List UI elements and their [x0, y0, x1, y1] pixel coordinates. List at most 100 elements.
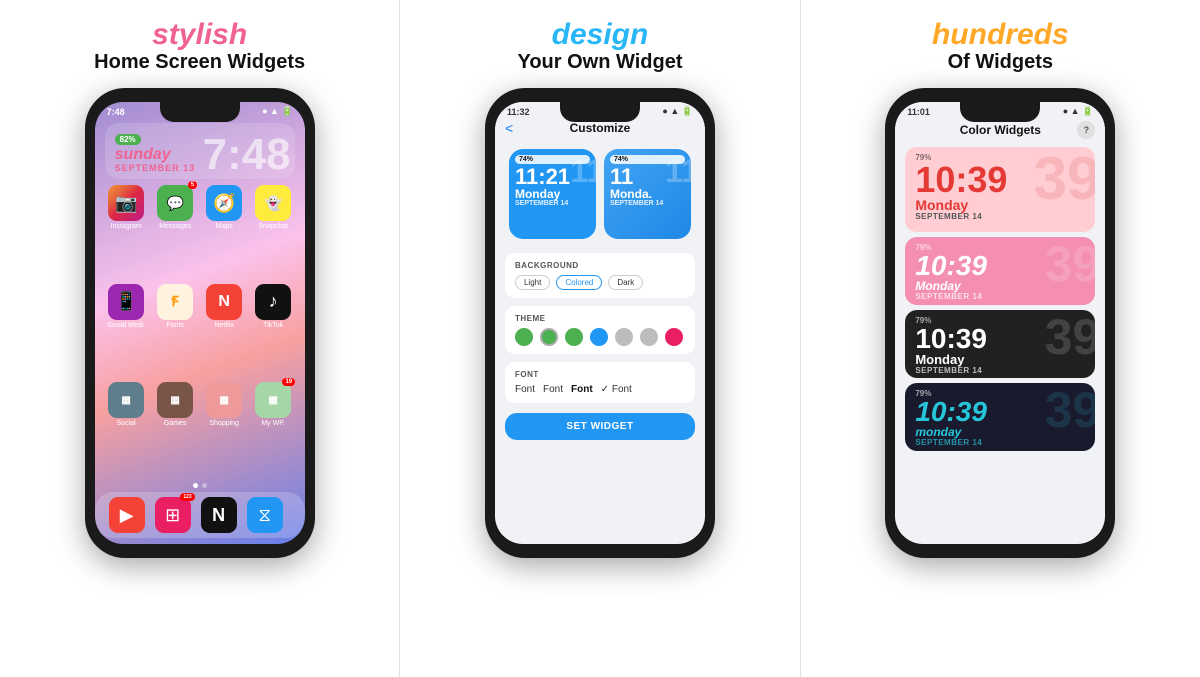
app-snapchat: 👻 Snapchat — [252, 185, 295, 278]
panel3-title: hundreds Of Widgets — [932, 18, 1069, 74]
widget-bg-time-1: 11 — [570, 153, 596, 190]
widget-preview-row: 11 74% 11:21 Monday SEPTEMBER 14 11 74% … — [495, 139, 705, 249]
phone1-screen: 7:48 ● ▲ 🔋 7:48 82% sunday SEPTEMBER 13 … — [95, 102, 305, 544]
panel-design: design Your Own Widget 11:32 ● ▲ 🔋 < Cus… — [400, 0, 800, 677]
app-icon-fonts: Ꞙ — [157, 284, 193, 320]
cw-bg-time-1: 39 — [1034, 149, 1096, 209]
panel-hundreds: hundreds Of Widgets 11:01 ● ▲ 🔋 Color Wi… — [801, 0, 1200, 677]
theme-dot-green2[interactable] — [540, 328, 558, 346]
app-label-fonts: Fonts — [166, 322, 184, 329]
app-icon-messages: 💬5 — [157, 185, 193, 221]
app-shopping: ▦ Shopping — [203, 382, 246, 475]
app-tiktok: ♪ TikTok — [252, 284, 295, 377]
cw-date-3: SEPTEMBER 14 — [915, 366, 1085, 375]
dock-notion: N — [201, 497, 237, 533]
theme-dot-green3[interactable] — [565, 328, 583, 346]
colorwidgets-bg: 11:01 ● ▲ 🔋 Color Widgets ? 39 79% 10: — [895, 102, 1105, 544]
app-label-instagram: Instagram — [111, 223, 142, 230]
app-label-tiktok: TikTok — [263, 322, 283, 329]
phone2-screen: 11:32 ● ▲ 🔋 < Customize 11 74% 11:21 Mon… — [495, 102, 705, 544]
phone3-notch — [960, 102, 1040, 122]
app-icon-shopping: ▦ — [206, 382, 242, 418]
phone1: 7:48 ● ▲ 🔋 7:48 82% sunday SEPTEMBER 13 … — [85, 88, 315, 558]
app-icon-snapchat: 👻 — [255, 185, 291, 221]
settings-bg-label: BACKGROUND — [515, 261, 685, 270]
dock-safari: ⧖ — [247, 497, 283, 533]
bg-options: Light Colored Dark — [515, 275, 685, 290]
font-options: Font Font Font ✓ Font — [515, 384, 685, 395]
settings-font-label: FONT — [515, 370, 685, 379]
app-grid: 📷 Instagram 💬5 Messages 🧭 Maps 👻 — [95, 181, 305, 479]
app-container: stylish Home Screen Widgets 7:48 ● ▲ 🔋 7… — [0, 0, 1200, 677]
cw-title: Color Widgets — [923, 123, 1077, 137]
app-fonts: Ꞙ Fonts — [154, 284, 197, 377]
app-icon-mywp: ▦19 — [255, 382, 291, 418]
cw-date-4: SEPTEMBER 14 — [915, 438, 1085, 447]
cw-question-icon[interactable]: ? — [1077, 121, 1095, 139]
panel3-main: Of Widgets — [932, 51, 1069, 74]
app-mywp: ▦19 My WP. — [252, 382, 295, 475]
panel1-main: Home Screen Widgets — [94, 51, 305, 74]
app-label-social2: Social — [117, 420, 136, 427]
app-icon-tiktok: ♪ — [255, 284, 291, 320]
cw-widget-list: 39 79% 10:39 Monday SEPTEMBER 14 39 79% … — [895, 143, 1105, 544]
cw-widget-4: 39 79% 10:39 monday SEPTEMBER 14 — [905, 383, 1095, 451]
dot-inactive — [202, 483, 207, 488]
bg-opt-colored[interactable]: Colored — [556, 275, 602, 290]
bg-opt-light[interactable]: Light — [515, 275, 550, 290]
dot-active — [193, 483, 198, 488]
app-label-shopping: Shopping — [209, 420, 239, 427]
app-instagram: 📷 Instagram — [105, 185, 148, 278]
status-icons-2: ● ▲ 🔋 — [662, 106, 693, 117]
widget-bg-time-2: 11 — [665, 153, 691, 190]
cw-widget-3: 39 79% 10:39 Monday SEPTEMBER 14 — [905, 310, 1095, 378]
font-opt-normal[interactable]: Font — [543, 384, 563, 395]
cw-bg-time-2: 39 — [1045, 239, 1096, 289]
app-icon-instagram: 📷 — [108, 185, 144, 221]
app-netflix: N Netflix — [203, 284, 246, 377]
panel3-script: hundreds — [932, 18, 1069, 51]
settings-font-section: FONT Font Font Font ✓ Font — [505, 362, 695, 403]
font-opt-bold[interactable]: Font — [571, 384, 593, 395]
panel2-title: design Your Own Widget — [517, 18, 682, 74]
app-label-snapchat: Snapchat — [258, 223, 288, 230]
status-time-3: 11:01 — [907, 107, 930, 117]
status-time-1: 7:48 — [107, 107, 125, 117]
cw-date-1: SEPTEMBER 14 — [915, 212, 1085, 221]
phone3-screen: 11:01 ● ▲ 🔋 Color Widgets ? 39 79% 10: — [895, 102, 1105, 544]
settings-theme-section: THEME — [505, 306, 695, 354]
status-time-2: 11:32 — [507, 107, 530, 117]
app-label-mywp: My WP. — [261, 420, 285, 427]
battery-badge-1: 82% — [115, 134, 141, 145]
phone3: 11:01 ● ▲ 🔋 Color Widgets ? 39 79% 10: — [885, 88, 1115, 558]
app-icon-games: ▦ — [157, 382, 193, 418]
app-label-maps: Maps — [216, 223, 233, 230]
dock-app2: ⊞123 — [155, 497, 191, 533]
cw-date-2: SEPTEMBER 14 — [915, 292, 1085, 301]
clock-big-time: 7:48 — [203, 133, 291, 177]
app-icon-social2: ▦ — [108, 382, 144, 418]
font-opt-light[interactable]: Font — [515, 384, 535, 395]
bg-opt-dark[interactable]: Dark — [608, 275, 643, 290]
widget-date-1: SEPTEMBER 14 — [515, 200, 590, 207]
widget-clock-1: 7:48 82% sunday SEPTEMBER 13 — [105, 123, 295, 179]
app-maps: 🧭 Maps — [203, 185, 246, 278]
widget-preview-1: 11 74% 11:21 Monday SEPTEMBER 14 — [509, 149, 596, 239]
phone2: 11:32 ● ▲ 🔋 < Customize 11 74% 11:21 Mon… — [485, 88, 715, 558]
app-label-netflix: Netflix — [214, 322, 233, 329]
theme-dot-pink[interactable] — [665, 328, 683, 346]
theme-dot-green[interactable] — [515, 328, 533, 346]
theme-dot-gray2[interactable] — [640, 328, 658, 346]
theme-dot-gray1[interactable] — [615, 328, 633, 346]
theme-dot-blue-selected[interactable] — [590, 328, 608, 346]
theme-dots — [515, 328, 685, 346]
settings-bg-section: BACKGROUND Light Colored Dark — [505, 253, 695, 298]
customize-title: Customize — [570, 121, 631, 135]
homescreen-bg: 7:48 ● ▲ 🔋 7:48 82% sunday SEPTEMBER 13 … — [95, 102, 305, 544]
back-button[interactable]: < — [505, 120, 513, 136]
dock: ▶ ⊞123 N ⧖ — [95, 492, 305, 538]
font-opt-check[interactable]: ✓ Font — [601, 384, 632, 395]
set-widget-button[interactable]: SET WIDGET — [505, 413, 695, 440]
customize-bg: 11:32 ● ▲ 🔋 < Customize 11 74% 11:21 Mon… — [495, 102, 705, 544]
app-games: ▦ Games — [154, 382, 197, 475]
